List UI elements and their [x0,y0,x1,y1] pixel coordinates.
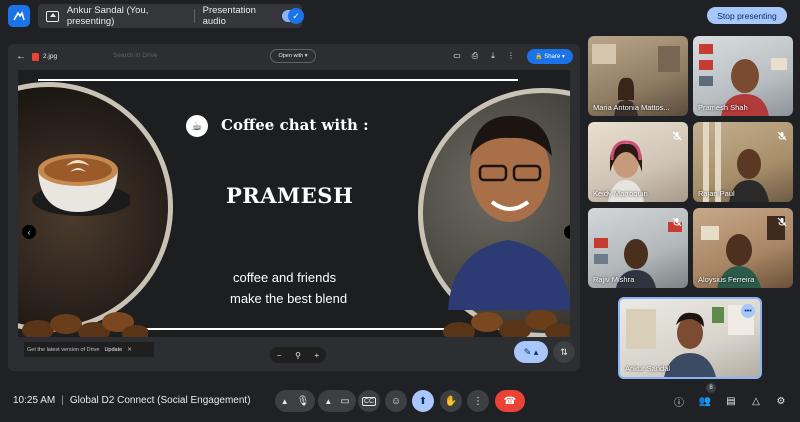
people-icon[interactable]: 👥 [697,393,713,409]
top-bar: Ankur Sandal (You, presenting) Presentat… [0,0,800,32]
emoji-icon[interactable]: ☺ [385,390,407,412]
participant-tile[interactable]: Keidy Marroquin [588,122,688,202]
audio-label: Presentation audio [202,5,256,27]
divider [193,9,195,23]
muted-mic-icon [777,214,787,227]
participant-name: Maria Antonia Mattos... [593,103,670,112]
share-button[interactable]: 🔒 Share ▾ [527,49,573,64]
update-banner: Get the latest version of Drive Update ✕ [24,342,154,357]
mic-control[interactable]: ▲ 🎙 [275,390,315,412]
mic-icon[interactable]: 🎙 [297,396,310,407]
file-name: 2.jpg [43,53,58,60]
participant-tile[interactable]: Rajan Paul [693,122,793,202]
participant-name: Ankur Sandal [625,364,671,373]
meet-logo-icon[interactable] [8,5,30,27]
muted-mic-icon [672,214,682,227]
camera-icon[interactable]: ▭ [340,396,349,407]
open-with-button[interactable]: Open with ▾ [270,49,316,63]
download-icon[interactable]: ⤓ [488,51,498,61]
more-options-icon[interactable]: ••• [741,304,755,318]
participant-tile[interactable]: Aloysius Ferreira [693,208,793,288]
coffee-icon: ☕ [186,115,208,137]
slide-name: PRAMESH [226,183,354,208]
check-icon: ✓ [288,8,304,24]
activities-icon[interactable]: △ [748,393,764,409]
participant-name: Pramesh Shah [698,103,748,112]
update-link[interactable]: Update [104,347,122,353]
close-icon[interactable]: ✕ [127,347,132,353]
open-with-label: Open with [278,53,304,59]
coffee-beans-left [22,312,148,337]
zoom-out-icon[interactable]: − [277,351,282,360]
separator: | [61,395,64,406]
expand-icon[interactable]: ⇅ [553,341,575,363]
participant-tile[interactable]: Rajiv Mishra [588,208,688,288]
presenter-label: Ankur Sandal (You, presenting) [66,5,149,27]
camera-control[interactable]: ▲ ▭ [318,390,356,412]
annotate-button[interactable]: ✎ ▴ [514,341,548,363]
drive-toolbar: ← 2.jpg Search in Drive Open with ▾ ▭ ⎙ … [8,44,580,70]
bottom-bar: 10:25 AM | Global D2 Connect (Social Engag… [0,384,800,418]
present-icon[interactable]: ⬆ [412,390,434,412]
participant-name: Aloysius Ferreira [698,275,755,284]
self-view-tile[interactable]: ••• Ankur Sandal [618,297,762,379]
meeting-name: Global D2 Connect (Social Engagement) [69,395,251,406]
presentation-audio-toggle[interactable]: ✓ [282,8,304,24]
captions-icon[interactable]: CC [358,390,380,412]
comment-icon[interactable]: ▭ [452,51,462,61]
image-file-icon [32,53,39,61]
participant-name: Keidy Marroquin [593,189,648,198]
previous-slide-button[interactable]: ‹ [22,225,36,239]
present-screen-icon [46,10,59,22]
slide-title: Coffee chat with : [221,116,369,134]
update-notice: Get the latest version of Drive [27,346,100,353]
meeting-info: 10:25 AM | Global D2 Connect (Social Engag… [13,395,251,406]
host-controls-icon[interactable]: ⚙ [773,393,789,409]
more-vert-icon[interactable]: ⋮ [506,51,516,61]
slide-tagline-2: make the best blend [230,291,348,306]
print-icon[interactable]: ⎙ [470,51,480,61]
presenting-chip: Ankur Sandal (You, presenting) Presentat… [38,4,304,28]
slide-image: ☕ Coffee chat with : PRAMESH coffee and … [18,70,570,337]
stop-presenting-button[interactable]: Stop presenting [707,7,787,24]
chat-icon[interactable]: ▤ [723,393,739,409]
muted-mic-icon [672,128,682,141]
zoom-icon: ⚲ [295,350,301,360]
slide-tagline-1: coffee and friends [233,270,337,285]
zoom-controls: − ⚲ + [270,347,326,363]
coffee-cup-image [32,154,130,216]
muted-mic-icon [777,128,787,141]
drive-search-input[interactable]: Search in Drive [113,52,157,59]
coffee-beans-right [443,310,570,337]
slide-top-line [38,79,518,81]
raise-hand-icon[interactable]: ✋ [440,390,462,412]
participant-name: Rajiv Mishra [593,275,635,284]
chevron-up-icon[interactable]: ▲ [281,397,289,406]
participant-tile[interactable]: Pramesh Shah [693,36,793,116]
zoom-in-icon[interactable]: + [315,351,320,360]
participant-name: Rajan Paul [698,189,735,198]
pramesh-portrait [448,115,570,310]
clock-time: 10:25 AM [13,395,56,406]
people-count-badge: 8 [706,383,716,393]
info-icon[interactable]: ⓘ [671,393,687,409]
participant-tile[interactable]: Maria Antonia Mattos... [588,36,688,116]
chevron-up-icon[interactable]: ▲ [324,397,332,406]
end-call-icon[interactable]: ☎ [495,390,525,412]
back-arrow-icon[interactable]: ← [16,51,26,62]
presentation-panel: ← 2.jpg Search in Drive Open with ▾ ▭ ⎙ … [8,44,580,371]
share-label: Share [544,53,561,60]
more-icon[interactable]: ⋮ [467,390,489,412]
